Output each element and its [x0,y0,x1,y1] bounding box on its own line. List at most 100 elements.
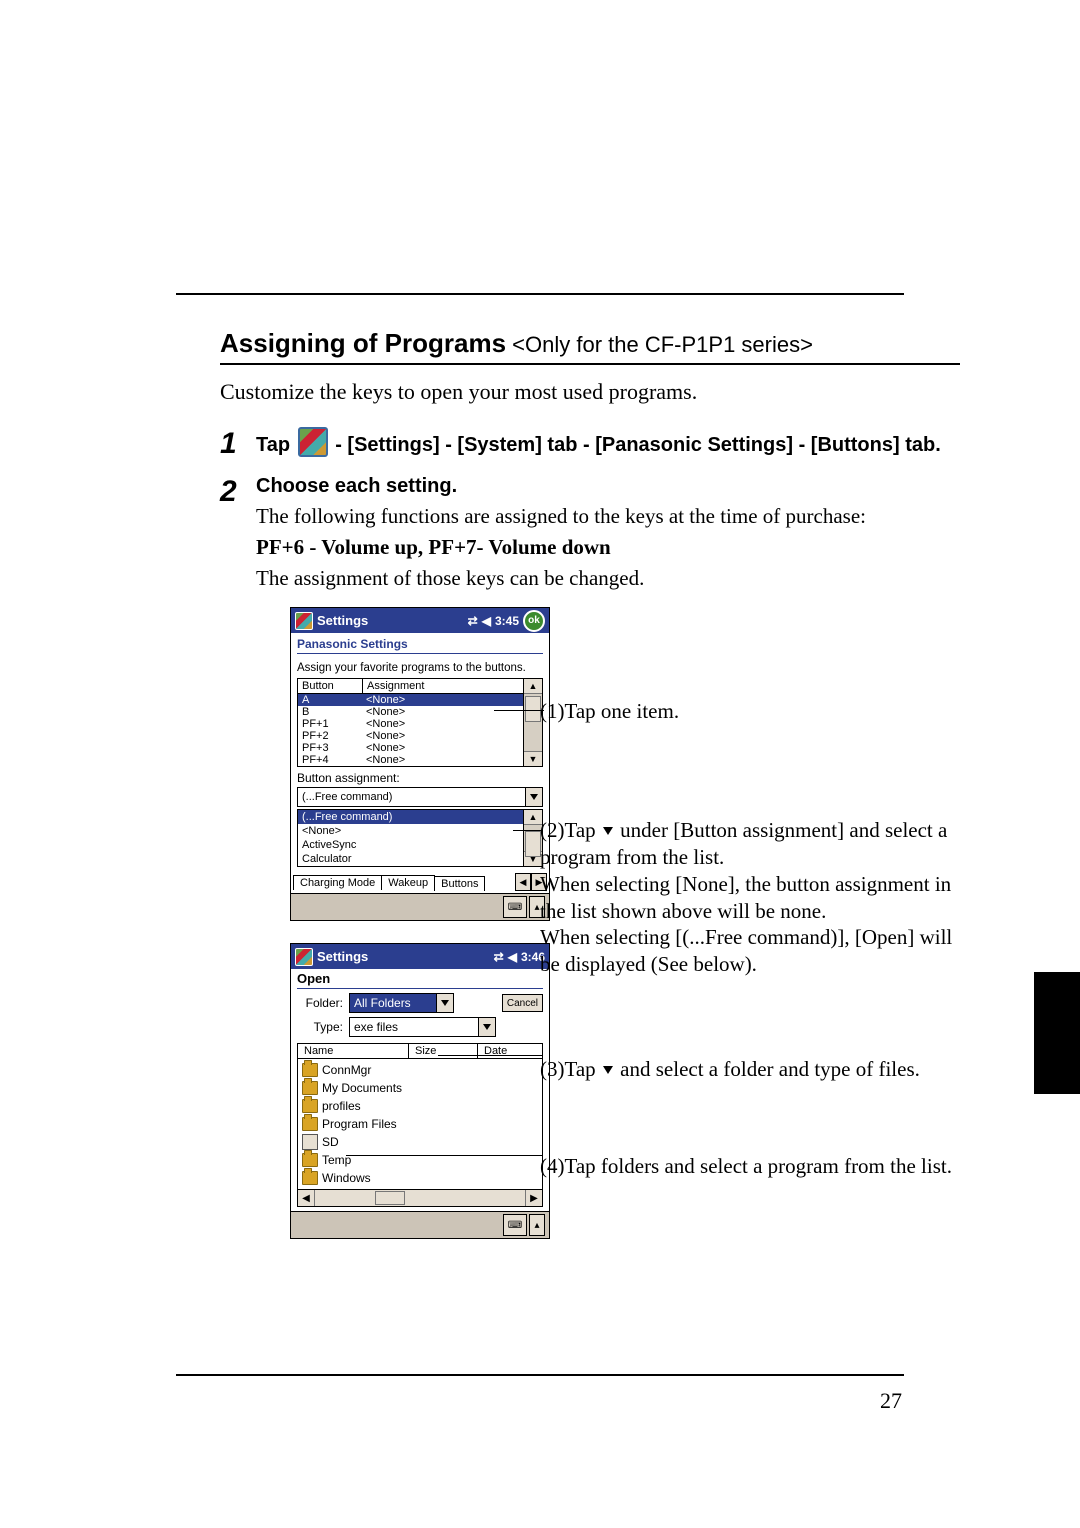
intro-text: Customize the keys to open your most use… [220,379,960,405]
table-row[interactable]: A<None> [298,694,523,706]
keyboard-icon[interactable]: ⌨ [503,1214,527,1236]
table-row[interactable]: PF+3<None> [298,742,523,754]
connector-line [513,830,543,831]
table-body[interactable]: A<None> B<None> PF+1<None> PF+2<None> PF… [297,694,524,767]
list-item[interactable]: My Documents [298,1079,542,1097]
folder-value: All Folders [350,996,415,1010]
scroll-thumb[interactable] [525,696,541,722]
list-item[interactable]: (...Free command) [298,810,523,824]
list-item[interactable]: ActiveSync [298,838,523,852]
subtitle: Panasonic Settings [291,633,549,653]
thumb-tab [1034,972,1080,1094]
horizontal-scrollbar[interactable]: ◀ ▶ [297,1190,543,1207]
start-icon[interactable] [295,612,313,630]
keyboard-icon[interactable]: ⌨ [503,896,527,918]
status-area: ⇄ ◀ 3:46 [494,950,545,964]
divider [297,653,543,654]
scroll-left-icon[interactable]: ◀ [298,1190,315,1206]
document-page: Assigning of Programs <Only for the CF-P… [0,0,1080,1528]
callout-2: (2)Tap under [Button assignment] and sel… [540,817,975,978]
tab-charging-mode[interactable]: Charging Mode [293,875,382,890]
start-icon[interactable] [295,948,313,966]
start-icon [298,427,328,457]
step-1-after: - [Settings] - [System] tab - [Panasonic… [330,434,941,456]
step-1: 1 Tap - [Settings] - [System] tab - [Pan… [220,427,960,461]
table-header: Button Assignment [297,678,524,694]
section-heading: Assigning of Programs <Only for the CF-P… [220,328,960,365]
dropdown-arrow-icon [603,1066,613,1074]
tab-wakeup[interactable]: Wakeup [381,875,435,890]
folder-icon [302,1099,318,1113]
folder-combo[interactable]: All Folders [349,993,454,1013]
list-item[interactable]: profiles [298,1097,542,1115]
list-item[interactable]: SD [298,1133,542,1151]
folder-row: Folder: All Folders Cancel [297,993,543,1013]
list-item[interactable]: Temp [298,1151,542,1169]
scroll-right-icon[interactable]: ▶ [525,1190,542,1206]
step-2-line3: The assignment of those keys can be chan… [256,566,960,591]
step-number: 2 [220,475,256,509]
type-value: exe files [350,1020,402,1034]
connector-line [438,1055,542,1056]
chevron-down-icon [530,794,538,800]
list-item[interactable]: Calculator [298,852,523,866]
type-row: Type: exe files [297,1017,543,1037]
type-combo[interactable]: exe files [349,1017,496,1037]
tab-scroll-left-icon[interactable]: ◀ [515,873,531,891]
title-text: Settings [317,949,368,964]
dropdown-button[interactable] [479,1017,496,1037]
connectivity-icon: ⇄ [468,614,478,628]
step-1-text: Tap - [Settings] - [System] tab - [Panas… [256,434,941,456]
folder-icon [302,1171,318,1185]
list-item[interactable]: Program Files [298,1115,542,1133]
description: Assign your favorite programs to the but… [291,658,549,678]
list-item[interactable]: Windows [298,1169,542,1187]
file-list-header: Name Size Date [297,1043,543,1059]
list-item[interactable]: <None> [298,824,523,838]
tab-buttons[interactable]: Buttons [434,876,485,891]
input-panel-bar: ⌨ ▴ [291,893,549,920]
step-number: 1 [220,427,256,461]
table-row[interactable]: PF+2<None> [298,730,523,742]
dropdown-button[interactable] [437,993,454,1013]
status-area: ⇄ ◀ 3:45 ok [468,610,545,632]
chevron-down-icon [483,1024,491,1030]
connector-line [346,1155,542,1156]
titlebar: Settings ⇄ ◀ 3:45 ok [291,608,549,633]
scroll-thumb[interactable] [525,831,541,857]
speaker-icon: ◀ [482,614,491,628]
callout-3: (3)Tap and select a folder and type of f… [540,1056,975,1083]
col-name[interactable]: Name [298,1044,409,1058]
step-2-line1: The following functions are assigned to … [256,504,960,529]
open-heading: Open [291,969,549,988]
assignment-dropdown[interactable]: (...Free command) [297,787,543,807]
table-row[interactable]: PF+4<None> [298,754,523,766]
callouts: (1)Tap one item. (2)Tap under [Button as… [540,602,975,1180]
button-table: Button Assignment A<None> B<None> PF+1<N… [297,678,543,767]
folder-icon [302,1117,318,1131]
table-row[interactable]: PF+1<None> [298,718,523,730]
connectivity-icon: ⇄ [494,950,504,964]
folder-label: Folder: [297,996,343,1010]
list-item[interactable]: ConnMgr [298,1061,542,1079]
sd-card-icon [302,1134,318,1150]
title-text: Settings [317,613,368,628]
cancel-button[interactable]: Cancel [502,994,543,1012]
heading-bold: Assigning of Programs [220,328,506,358]
assignment-list: (...Free command) <None> ActiveSync Calc… [297,809,543,867]
type-label: Type: [297,1020,343,1034]
sip-arrow-icon[interactable]: ▴ [529,1214,545,1236]
input-panel-bar: ⌨ ▴ [291,1211,549,1238]
callout-4: (4)Tap folders and select a program from… [540,1153,975,1180]
table-row[interactable]: B<None> [298,706,523,718]
button-assignment-label: Button assignment: [291,767,549,787]
chevron-down-icon [441,1000,449,1006]
folder-icon [302,1081,318,1095]
page-number: 27 [880,1388,902,1414]
file-list[interactable]: ConnMgr My Documents profiles Program Fi… [297,1059,543,1190]
dropdown-value: (...Free command) [298,791,525,803]
col-assignment[interactable]: Assignment [363,678,524,694]
scroll-thumb[interactable] [375,1191,405,1205]
col-button[interactable]: Button [297,678,363,694]
titlebar: Settings ⇄ ◀ 3:46 [291,944,549,969]
